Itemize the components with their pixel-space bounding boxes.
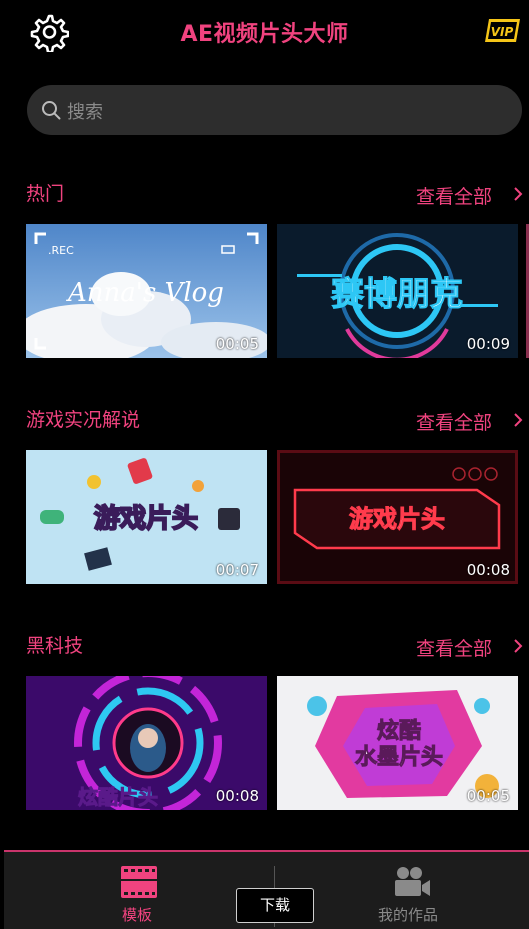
see-all-hot-link[interactable]: 查看全部 <box>416 182 492 209</box>
section-title-gaming: 游戏实况解说 <box>26 409 141 431</box>
download-button[interactable]: 下载 <box>236 888 314 923</box>
card-overlay-text: 炫酷片头 <box>78 785 158 809</box>
duration-label: 00:05 <box>215 335 259 353</box>
section-title-tech: 黑科技 <box>26 635 84 657</box>
section-title-hot: 热门 <box>26 183 65 205</box>
app-title: AE视频片头大师 <box>180 22 349 47</box>
card-overlay-text: 游戏片头 <box>94 504 198 534</box>
duration-label: 00:08 <box>466 561 510 579</box>
template-card-game-intro-neon[interactable]: 游戏片头 00:08 <box>277 450 518 584</box>
card-overlay-text: Anna's Vlog <box>66 278 224 308</box>
search-input[interactable]: 搜索 <box>27 85 522 135</box>
template-card-game-intro-light[interactable]: 游戏片头 00:07 <box>26 450 267 584</box>
tab-my-works[interactable]: 我的作品 <box>378 904 438 925</box>
duration-label: 00:07 <box>215 561 259 579</box>
card-overlay-text-2: 水墨片头 <box>355 745 443 770</box>
template-card-cool-intro[interactable]: 炫酷片头 00:08 <box>26 676 267 810</box>
app-header: AE视频片头大师 VIP <box>0 0 529 66</box>
search-icon <box>42 101 61 120</box>
rec-label: .REC <box>48 244 74 257</box>
vip-badge[interactable]: VIP <box>484 17 521 44</box>
template-card-anna-vlog[interactable]: .REC Anna's Vlog 00:05 <box>26 224 267 358</box>
card-overlay-text: 游戏片头 <box>349 505 445 533</box>
video-camera-icon[interactable] <box>393 866 431 898</box>
card-overlay-text: 赛博朋克 <box>331 274 463 313</box>
chevron-right-icon[interactable] <box>513 638 523 654</box>
template-card-cyberpunk[interactable]: 赛博朋克 00:09 <box>277 224 518 358</box>
vip-label: VIP <box>491 25 514 39</box>
see-all-gaming-link[interactable]: 查看全部 <box>416 408 492 435</box>
card-overlay-text: 炫酷 <box>377 718 421 744</box>
templates-icon[interactable] <box>121 866 157 898</box>
template-card-ink-intro[interactable]: 炫酷 水墨片头 00:05 <box>277 676 518 810</box>
see-all-tech-link[interactable]: 查看全部 <box>416 634 492 661</box>
duration-label: 00:09 <box>466 335 510 353</box>
duration-label: 00:05 <box>466 787 510 805</box>
tab-templates[interactable]: 模板 <box>122 904 152 925</box>
chevron-right-icon[interactable] <box>513 186 523 202</box>
duration-label: 00:08 <box>215 787 259 805</box>
chevron-right-icon[interactable] <box>513 412 523 428</box>
search-placeholder: 搜索 <box>67 102 103 123</box>
